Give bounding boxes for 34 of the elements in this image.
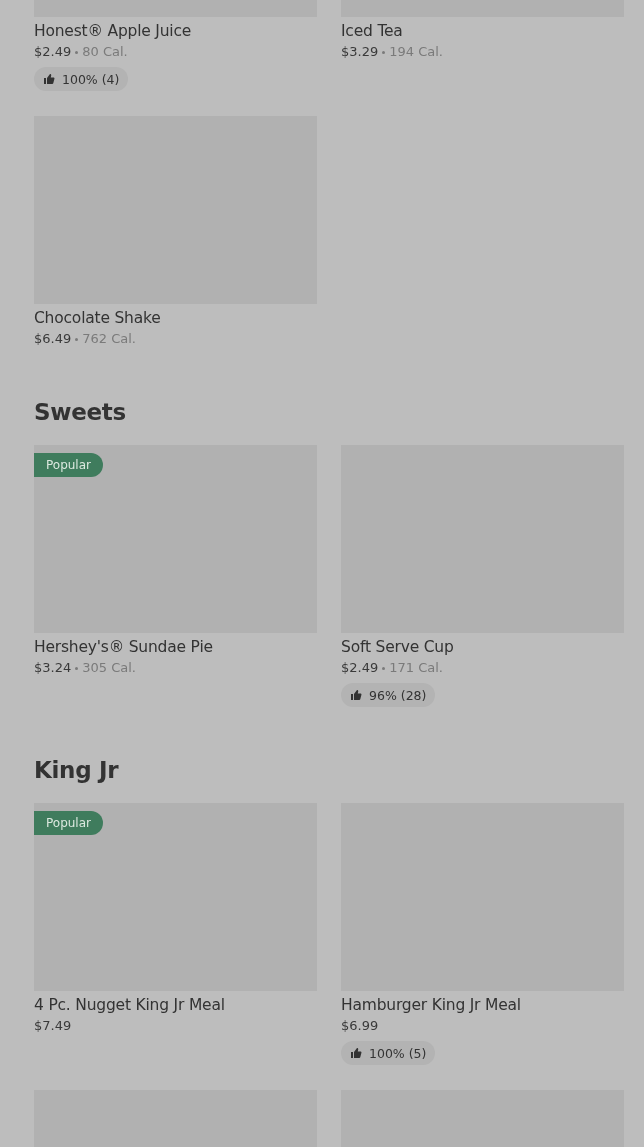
item-price: $3.24	[34, 659, 72, 677]
thumbs-up-icon	[350, 1047, 362, 1059]
separator-dot	[382, 50, 386, 54]
popular-badge: Popular	[34, 811, 103, 835]
thumbs-up-icon	[350, 689, 362, 701]
separator-dot	[382, 666, 386, 670]
item-price: $6.99	[341, 1017, 379, 1035]
item-calories: 80 Cal.	[82, 43, 128, 61]
item-calories: 171 Cal.	[389, 659, 443, 677]
separator-dot	[75, 337, 79, 341]
item-calories: 762 Cal.	[82, 330, 136, 348]
item-name: Hamburger King Jr Meal	[341, 995, 521, 1016]
rating-text: 96% (28)	[369, 687, 427, 703]
item-price: $6.49	[34, 330, 72, 348]
item-name: Chocolate Shake	[34, 308, 161, 329]
item-price: $2.49	[34, 43, 72, 61]
item-name: Iced Tea	[341, 21, 403, 42]
item-price: $7.49	[34, 1017, 72, 1035]
rating-text: 100% (4)	[62, 71, 120, 87]
item-price: $2.49	[341, 659, 379, 677]
item-name: 4 Pc. Nugget King Jr Meal	[34, 995, 225, 1016]
thumbs-up-icon	[43, 73, 55, 85]
rating-text: 100% (5)	[369, 1045, 427, 1061]
popular-badge: Popular	[34, 453, 103, 477]
section-heading: King Jr	[34, 757, 120, 783]
item-name: Honest® Apple Juice	[34, 21, 192, 42]
separator-dot	[75, 50, 79, 54]
item-calories: 194 Cal.	[389, 43, 443, 61]
item-price: $3.29	[341, 43, 379, 61]
item-name: Hershey's® Sundae Pie	[34, 637, 213, 658]
section-heading: Sweets	[34, 399, 127, 425]
item-calories: 305 Cal.	[82, 659, 136, 677]
item-name: Soft Serve Cup	[341, 637, 454, 658]
separator-dot	[75, 666, 79, 670]
